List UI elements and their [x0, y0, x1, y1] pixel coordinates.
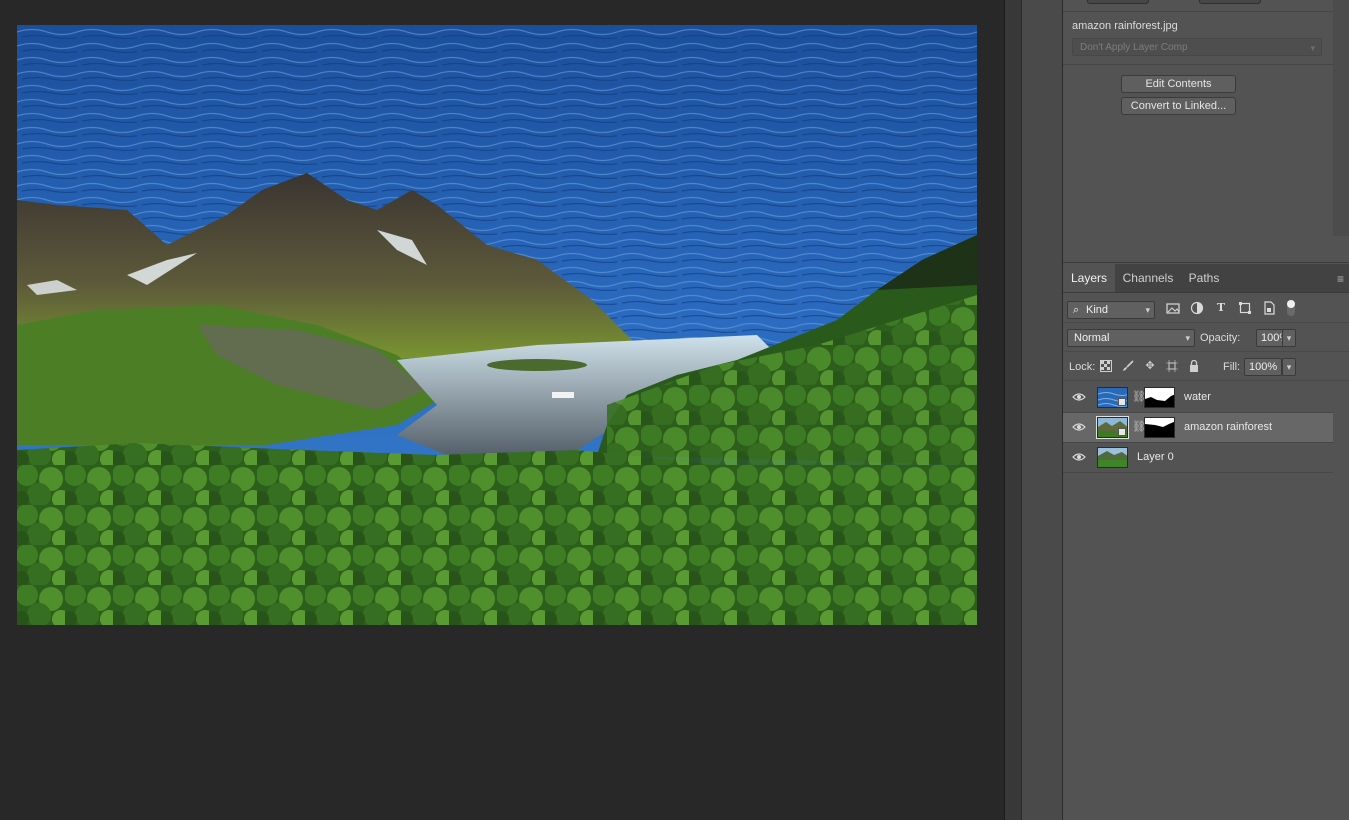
properties-scrollbar[interactable] — [1333, 0, 1349, 236]
tab-channels[interactable]: Channels — [1117, 264, 1179, 292]
right-panels: amazon rainforest.jpg Don't Apply Layer … — [1062, 0, 1349, 820]
tab-layers[interactable]: Layers — [1063, 264, 1115, 292]
move-icon[interactable]: ✥ — [1144, 360, 1156, 372]
brush-icon[interactable] — [1122, 360, 1134, 372]
edit-contents-button[interactable]: Edit Contents — [1121, 75, 1236, 93]
eye-icon[interactable] — [1072, 451, 1086, 463]
layer-name[interactable]: amazon rainforest — [1184, 413, 1272, 442]
layer-filter-row: ⌕ Kind ▾ T — [1063, 294, 1349, 323]
layer-row-layer-0[interactable]: Layer 0 — [1063, 443, 1333, 473]
chevron-down-icon: ▾ — [1310, 43, 1315, 53]
chain-icon[interactable]: ⛓ — [1132, 390, 1146, 404]
layers-panel: Layers Channels Paths ≡ ⌕ Kind ▾ T Norma… — [1063, 264, 1349, 820]
divider — [1063, 64, 1333, 65]
blend-opacity-row: Normal ▾ Opacity: 100% ▾ — [1063, 323, 1349, 352]
opacity-dropdown[interactable]: ▾ — [1282, 329, 1296, 347]
collapsed-panel-dock — [1021, 0, 1062, 820]
layers-scrollbar[interactable] — [1333, 382, 1349, 820]
layer-row-water[interactable]: ⛓ water — [1063, 383, 1333, 413]
type-icon[interactable]: T — [1214, 301, 1228, 315]
layer-thumbnail[interactable] — [1097, 447, 1128, 468]
smart-object-badge-icon — [1118, 428, 1126, 436]
lock-fill-row: Lock: ✥ Fill: 100% ▾ — [1063, 352, 1349, 381]
chevron-down-icon: ▾ — [1185, 333, 1190, 343]
adjustment-icon[interactable] — [1190, 301, 1204, 315]
convert-to-linked-button[interactable]: Convert to Linked... — [1121, 97, 1236, 115]
fill-input[interactable]: 100% — [1244, 358, 1282, 376]
properties-panel: amazon rainforest.jpg Don't Apply Layer … — [1063, 0, 1349, 263]
artboard-icon[interactable] — [1166, 360, 1178, 372]
blend-mode-select[interactable]: Normal ▾ — [1067, 329, 1195, 347]
lock-icon[interactable] — [1188, 359, 1200, 372]
layer-mask-thumbnail[interactable] — [1144, 417, 1175, 438]
checkerboard-icon[interactable] — [1100, 360, 1112, 372]
image-icon[interactable] — [1166, 301, 1180, 315]
shape-icon[interactable] — [1238, 301, 1252, 315]
layer-thumbnail[interactable] — [1096, 416, 1129, 439]
blend-mode-value: Normal — [1074, 332, 1110, 344]
layer-row-amazon-rainforest[interactable]: ⛓ amazon rainforest — [1063, 413, 1333, 443]
eye-icon[interactable] — [1072, 391, 1086, 403]
smart-object-badge-icon — [1118, 398, 1126, 406]
filter-toggle[interactable] — [1287, 300, 1295, 316]
search-icon: ⌕ — [1073, 304, 1080, 316]
document-canvas[interactable] — [17, 25, 977, 625]
smart-object-icon[interactable] — [1262, 301, 1276, 315]
layer-mask-thumbnail[interactable] — [1144, 387, 1175, 408]
chain-icon[interactable]: ⛓ — [1132, 420, 1146, 434]
lock-label: Lock: — [1069, 361, 1096, 373]
hamburger-menu-icon[interactable]: ≡ — [1337, 272, 1344, 286]
properties-top-button-right[interactable] — [1199, 0, 1261, 4]
layer-thumbnail[interactable] — [1097, 387, 1128, 408]
linked-file-name: amazon rainforest.jpg — [1072, 20, 1178, 32]
layer-name[interactable]: water — [1184, 383, 1211, 412]
chevron-down-icon: ▾ — [1145, 305, 1150, 315]
fill-label: Fill: — [1223, 361, 1241, 373]
properties-top-button-left[interactable] — [1087, 0, 1149, 4]
filter-kind-select[interactable]: ⌕ Kind ▾ — [1067, 301, 1155, 319]
divider — [1063, 11, 1333, 12]
panel-tab-bar: Layers Channels Paths ≡ — [1063, 264, 1349, 293]
eye-icon[interactable] — [1072, 421, 1086, 433]
dock-strip — [1004, 0, 1022, 820]
filter-kind-value: Kind — [1086, 304, 1109, 316]
canvas-area[interactable] — [0, 0, 1004, 820]
tab-paths[interactable]: Paths — [1181, 264, 1227, 292]
layer-name[interactable]: Layer 0 — [1137, 443, 1174, 472]
layer-comp-value: Don't Apply Layer Comp — [1080, 42, 1188, 53]
layer-comp-select[interactable]: Don't Apply Layer Comp ▾ — [1072, 38, 1322, 56]
opacity-label: Opacity: — [1200, 332, 1241, 344]
fill-dropdown[interactable]: ▾ — [1282, 358, 1296, 376]
